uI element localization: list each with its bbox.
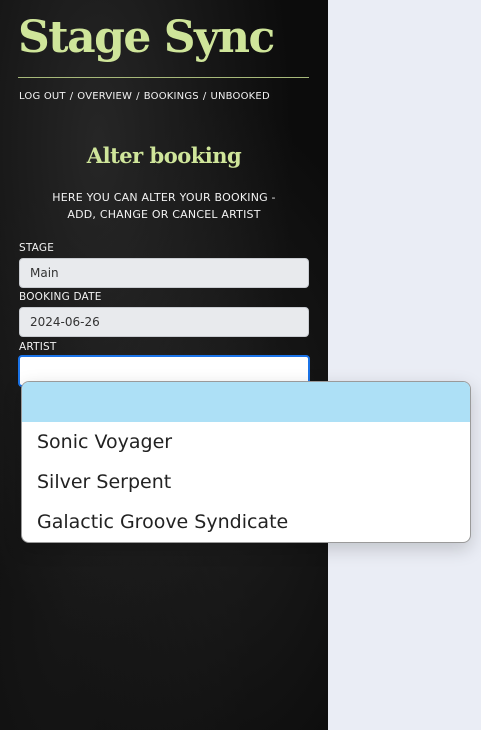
- description-line: HERE YOU CAN ALTER YOUR BOOKING -: [52, 191, 276, 204]
- nav-unbooked-link[interactable]: UNBOOKED: [210, 91, 269, 102]
- sidebar-panel: Stage Sync LOG OUT / OVERVIEW / BOOKINGS / UNB…: [0, 0, 328, 730]
- divider: [18, 77, 309, 78]
- nav-separator: /: [69, 91, 74, 102]
- page-description: HERE YOU CAN ALTER YOUR BOOKING - ADD, C…: [20, 189, 308, 223]
- artist-option-empty[interactable]: [22, 382, 470, 422]
- nav-separator: /: [136, 91, 140, 102]
- breadcrumb-nav: LOG OUT / OVERVIEW / BOOKINGS / UNBOOKED: [19, 91, 270, 102]
- description-line: ADD, CHANGE OR CANCEL ARTIST: [67, 208, 261, 221]
- app-logo: Stage Sync: [18, 12, 275, 63]
- nav-bookings-link[interactable]: BOOKINGS: [144, 91, 199, 102]
- booking-date-field[interactable]: 2024-06-26: [19, 307, 309, 337]
- artist-option[interactable]: Silver Serpent: [22, 462, 470, 502]
- artist-label: ARTIST: [19, 341, 57, 353]
- nav-overview-link[interactable]: OVERVIEW: [77, 91, 132, 102]
- page-title: Alter booking: [86, 143, 242, 168]
- artist-option[interactable]: Galactic Groove Syndicate: [22, 502, 470, 542]
- booking-date-label: BOOKING DATE: [19, 291, 102, 303]
- nav-logout-link[interactable]: LOG OUT: [19, 91, 66, 102]
- stage-label: STAGE: [19, 242, 55, 254]
- nav-separator: /: [202, 91, 207, 102]
- artist-option[interactable]: Sonic Voyager: [22, 422, 470, 462]
- stage-field[interactable]: Main: [19, 258, 309, 288]
- artist-dropdown-list: Sonic Voyager Silver Serpent Galactic Gr…: [21, 381, 471, 543]
